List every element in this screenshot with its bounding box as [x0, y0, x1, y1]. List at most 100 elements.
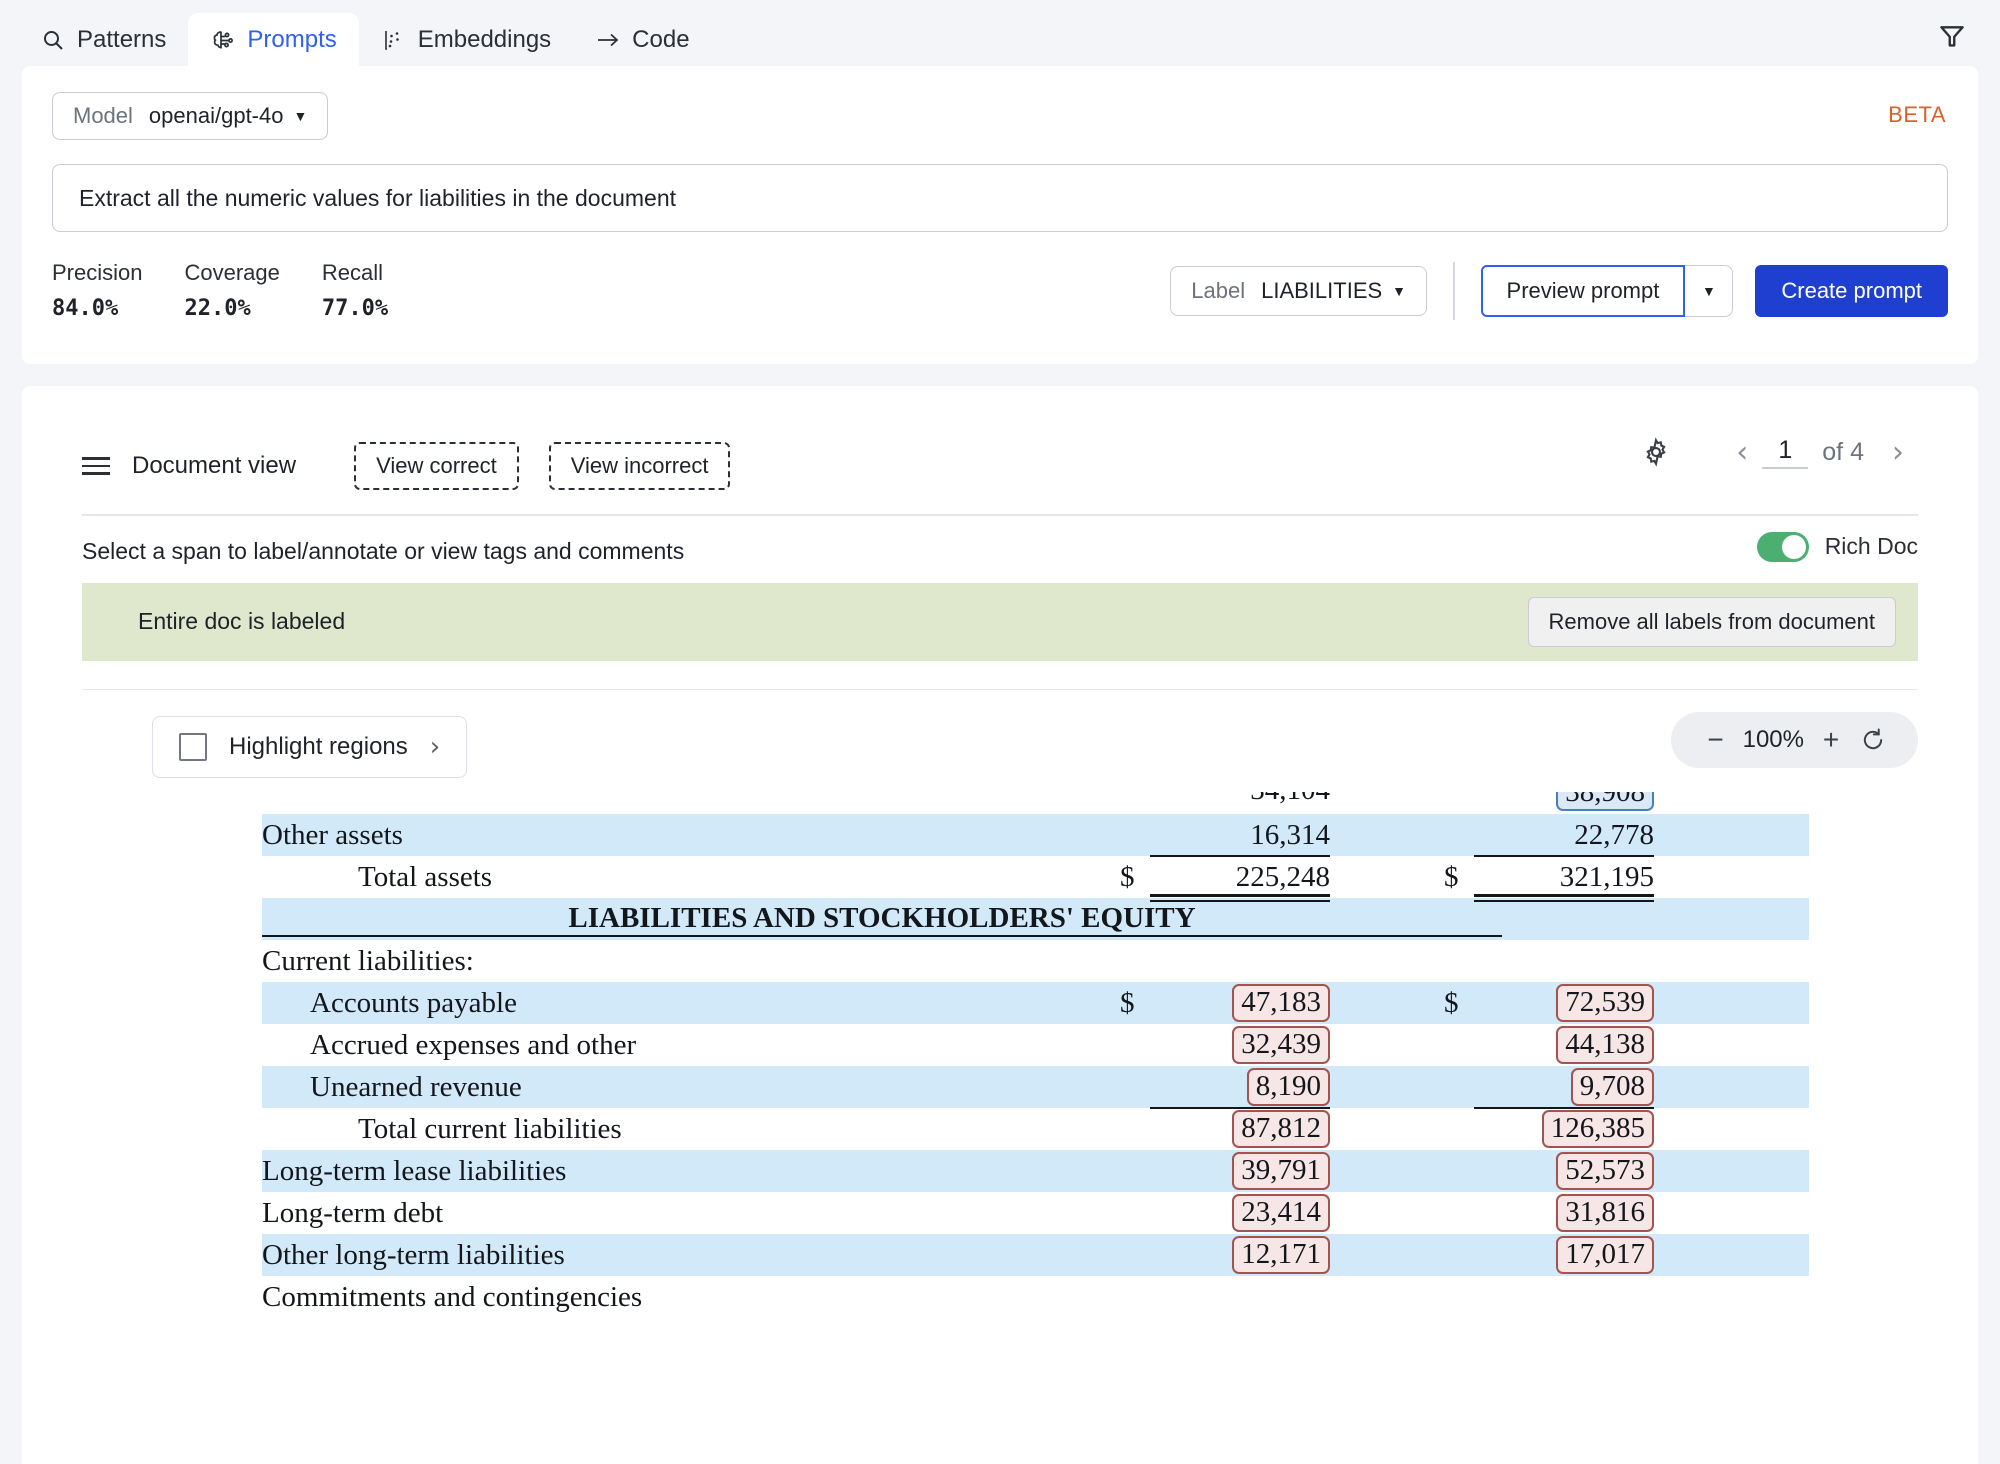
row-value-col2[interactable]: 52,573 — [1474, 1152, 1654, 1190]
prompt-panel: Model openai/gpt-4o ▼ BETA Extract all t… — [22, 66, 1978, 364]
table-row[interactable]: Unearned revenue 8,190 9,708 — [262, 1066, 1809, 1109]
span-annotation[interactable]: 126,385 — [1541, 1110, 1654, 1148]
span-annotation[interactable]: 52,573 — [1556, 1152, 1654, 1190]
span-hint-text: Select a span to label/annotate or view … — [82, 537, 685, 564]
row-value-col2[interactable]: 72,539 — [1474, 984, 1654, 1022]
chevron-right-icon[interactable]: › — [430, 732, 440, 762]
span-annotation[interactable]: 47,183 — [1232, 984, 1330, 1022]
row-value-col2[interactable]: 17,017 — [1474, 1236, 1654, 1274]
highlight-regions-control[interactable]: Highlight regions › — [152, 716, 468, 778]
reset-icon[interactable] — [1852, 726, 1894, 754]
span-annotation[interactable]: 39,791 — [1232, 1152, 1330, 1190]
row-value-col1[interactable]: 8,190 — [1150, 1068, 1330, 1106]
table-row[interactable]: Long-term lease liabilities 39,791 52,57… — [262, 1150, 1809, 1192]
prompt-actions: Label LIABILITIES ▼ Preview prompt ▼ Cre… — [1170, 262, 1948, 320]
filter-icon[interactable] — [1930, 14, 1974, 58]
table-row[interactable]: Accrued expenses and other 32,439 44,138 — [262, 1024, 1809, 1066]
view-correct-button[interactable]: View correct — [354, 442, 519, 490]
row-value-col1[interactable]: 87,812 — [1150, 1110, 1330, 1148]
span-annotation[interactable]: 87,812 — [1232, 1110, 1330, 1148]
table-row[interactable]: LIABILITIES AND STOCKHOLDERS' EQUITY — [262, 898, 1809, 940]
table-row[interactable]: Total current liabilities 87,812 126,385 — [262, 1108, 1809, 1150]
row-value-col2[interactable]: 9,708 — [1474, 1068, 1654, 1106]
span-annotation[interactable]: 8,190 — [1246, 1068, 1330, 1106]
document-viewer[interactable]: 34,104 38,908 Other assets 16,314 22,778… — [22, 792, 1978, 1312]
span-annotation[interactable]: 17,017 — [1556, 1236, 1654, 1274]
table-row[interactable]: 34,104 38,908 — [262, 792, 1809, 814]
table-double-rule — [1474, 894, 1654, 902]
chevron-down-icon: ▼ — [1701, 283, 1716, 299]
row-value-col2[interactable]: 126,385 — [1474, 1110, 1654, 1148]
arrow-right-icon — [595, 27, 621, 53]
row-value-col1[interactable]: 32,439 — [1150, 1026, 1330, 1064]
scatter-plot-icon — [381, 27, 407, 53]
metric-recall: Recall 77.0% — [322, 260, 388, 321]
table-row[interactable]: Total assets $ 225,248 $ 321,195 — [262, 856, 1809, 902]
row-value-col2[interactable]: 44,138 — [1474, 1026, 1654, 1064]
table-row[interactable]: Commitments and contingencies — [262, 1276, 1809, 1313]
top-tab-bar: Patterns Prompts Embeddings Code — [0, 0, 2000, 67]
page-number-input[interactable]: 1 — [1762, 436, 1809, 469]
row-value-col1[interactable]: 225,248 — [1150, 861, 1330, 894]
row-value-col1[interactable]: 39,791 — [1150, 1152, 1330, 1190]
label-selector[interactable]: Label LIABILITIES ▼ — [1170, 266, 1428, 316]
tab-embeddings[interactable]: Embeddings — [359, 13, 573, 67]
span-annotation[interactable]: 72,539 — [1556, 984, 1654, 1022]
tab-patterns-label: Patterns — [77, 26, 167, 53]
zoom-in-button[interactable]: + — [1810, 724, 1852, 756]
row-value-col1[interactable]: 47,183 — [1150, 984, 1330, 1022]
preview-prompt-split-button: Preview prompt ▼ — [1480, 265, 1734, 317]
row-value-col2[interactable]: 38,908 — [1474, 792, 1654, 812]
tab-prompts[interactable]: Prompts — [188, 13, 359, 67]
row-value-col1[interactable]: 34,104 — [1150, 792, 1330, 807]
metric-recall-value: 77.0% — [321, 296, 389, 321]
menu-icon[interactable] — [82, 457, 110, 475]
label-selector-value-text: LIABILITIES — [1261, 278, 1383, 303]
span-annotation[interactable]: 44,138 — [1556, 1026, 1654, 1064]
pagination: ‹ 1 of 4 › — [1634, 430, 1918, 474]
span-annotation[interactable]: 32,439 — [1232, 1026, 1330, 1064]
row-label: Total current liabilities — [358, 1112, 622, 1145]
next-page-button[interactable]: › — [1878, 430, 1918, 474]
gear-icon[interactable] — [1634, 430, 1678, 474]
metric-coverage-label: Coverage — [184, 260, 280, 285]
label-selector-label: Label — [1191, 278, 1246, 303]
prev-page-button[interactable]: ‹ — [1722, 430, 1762, 474]
model-selector[interactable]: Model openai/gpt-4o ▼ — [52, 92, 329, 140]
preview-prompt-button[interactable]: Preview prompt — [1480, 265, 1686, 317]
metric-precision: Precision 84.0% — [52, 260, 142, 321]
table-row[interactable]: Accounts payable $ 47,183 $ 72,539 — [262, 982, 1809, 1024]
row-value-col1[interactable]: 23,414 — [1150, 1194, 1330, 1232]
tab-code[interactable]: Code — [573, 13, 711, 67]
row-value-col2[interactable]: 31,816 — [1474, 1194, 1654, 1232]
highlight-regions-checkbox[interactable] — [179, 733, 207, 761]
model-value: openai/gpt-4o ▼ — [149, 103, 307, 129]
row-value-col2[interactable]: 22,778 — [1474, 819, 1654, 852]
remove-all-labels-button[interactable]: Remove all labels from document — [1527, 596, 1896, 647]
span-annotation[interactable]: 31,816 — [1556, 1194, 1654, 1232]
table-row[interactable]: Current liabilities: — [262, 940, 1809, 982]
metric-coverage-value: 22.0% — [184, 296, 251, 321]
span-annotation-blue[interactable]: 38,908 — [1556, 792, 1654, 812]
view-incorrect-button[interactable]: View incorrect — [548, 442, 731, 490]
prompt-input[interactable]: Extract all the numeric values for liabi… — [52, 164, 1948, 232]
zoom-level-value: 100% — [1742, 726, 1804, 753]
preview-prompt-dropdown-button[interactable]: ▼ — [1685, 265, 1734, 317]
table-row[interactable]: Long-term debt 23,414 31,816 — [262, 1192, 1809, 1234]
create-prompt-button[interactable]: Create prompt — [1755, 265, 1948, 317]
row-value-col1[interactable]: 16,314 — [1150, 819, 1330, 852]
row-value-col2[interactable]: 321,195 — [1474, 861, 1654, 894]
row-value-col1[interactable]: 12,171 — [1150, 1236, 1330, 1274]
metric-precision-label: Precision — [52, 260, 143, 285]
model-label: Model — [73, 103, 133, 128]
span-annotation[interactable]: 23,414 — [1232, 1194, 1330, 1232]
span-annotation[interactable]: 9,708 — [1570, 1068, 1654, 1106]
row-label: Total assets — [358, 860, 493, 893]
tab-patterns[interactable]: Patterns — [18, 13, 188, 67]
table-row[interactable]: Other long-term liabilities 12,171 17,01… — [262, 1234, 1809, 1276]
table-row[interactable]: Other assets 16,314 22,778 — [262, 814, 1809, 857]
zoom-out-button[interactable]: − — [1695, 724, 1737, 756]
rich-doc-toggle[interactable] — [1756, 531, 1809, 562]
span-annotation[interactable]: 12,171 — [1232, 1236, 1330, 1274]
search-icon — [40, 27, 66, 53]
